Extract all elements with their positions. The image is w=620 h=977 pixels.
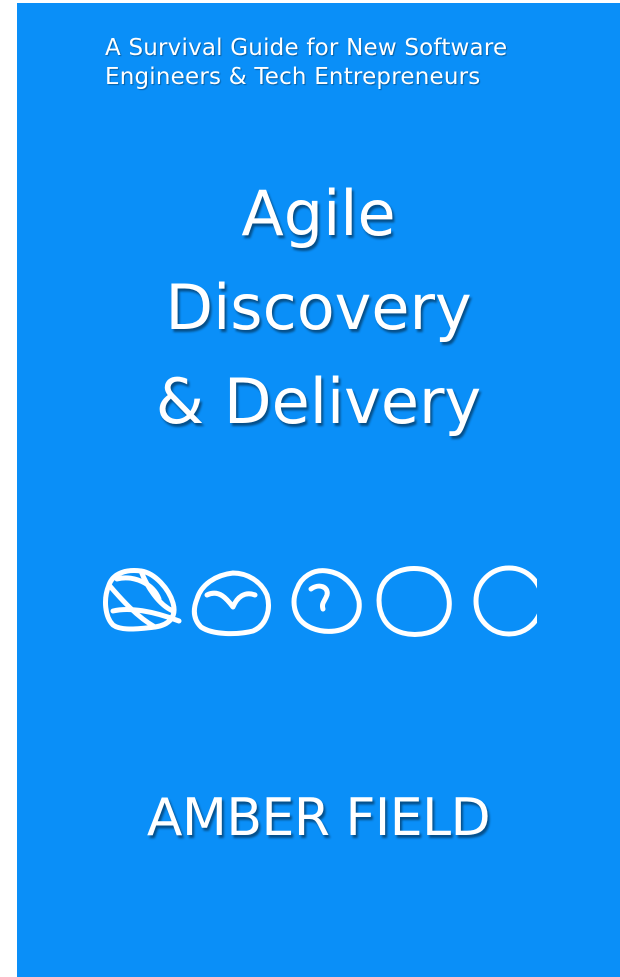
title-line-2: Discovery — [165, 271, 472, 344]
book-cover: A Survival Guide for New Software Engine… — [17, 3, 620, 977]
sketch-shape-2-icon — [191, 570, 271, 637]
subtitle: A Survival Guide for New Software Engine… — [105, 34, 605, 92]
author-name: AMBER FIELD — [146, 788, 491, 848]
sketch-shape-1-icon — [103, 568, 182, 632]
sketch-shape-4-icon — [376, 566, 452, 637]
subtitle-line-1: A Survival Guide for New Software — [105, 35, 508, 61]
sketch-shapes-illustration — [103, 565, 537, 637]
sketch-shape-5-icon — [473, 565, 537, 637]
sketch-shape-3-icon — [291, 568, 362, 634]
title-line-1: Agile — [241, 177, 396, 250]
subtitle-line-2: Engineers & Tech Entrepreneurs — [105, 64, 481, 90]
page: A Survival Guide for New Software Engine… — [0, 0, 620, 977]
book-title: Agile Discovery & Delivery — [17, 167, 620, 449]
title-line-3: & Delivery — [155, 365, 482, 438]
